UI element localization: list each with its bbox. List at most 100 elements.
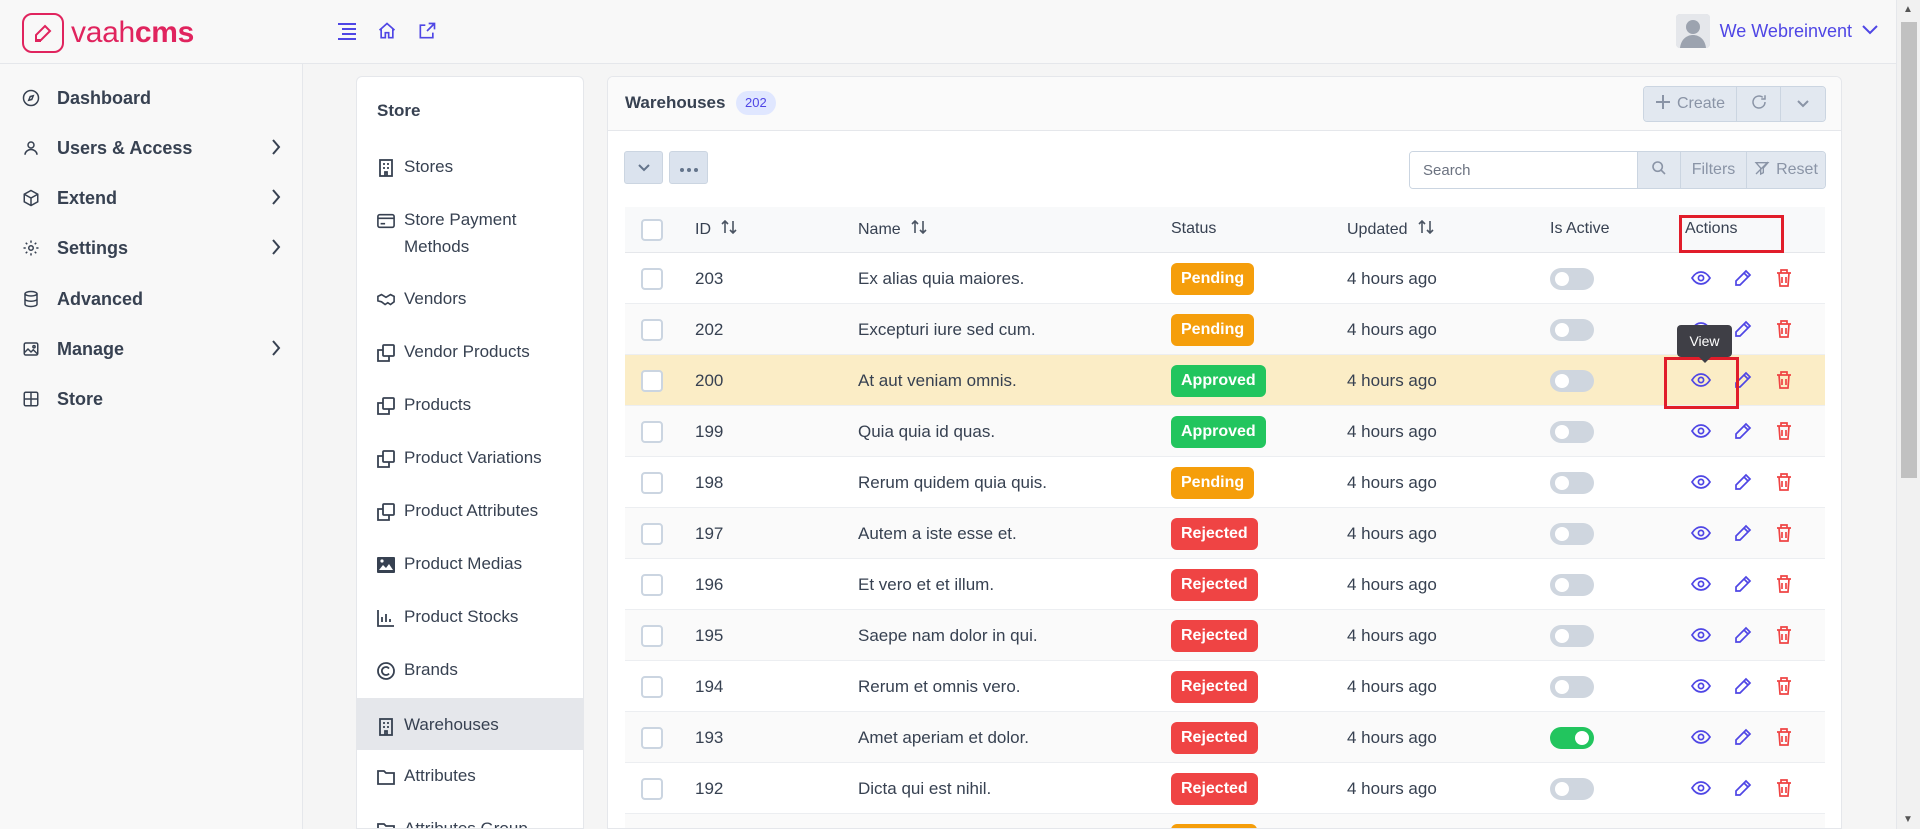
column-updated[interactable]: Updated xyxy=(1347,219,1434,239)
edit-pencil-icon[interactable] xyxy=(1731,674,1755,698)
sidebar-item-manage[interactable]: Manage xyxy=(0,323,303,375)
create-button[interactable]: Create xyxy=(1644,87,1737,121)
table-row[interactable]: 198 Rerum quidem quia quis. Pending 4 hours… xyxy=(625,457,1825,508)
table-row[interactable]: 193 Amet aperiam et dolor. Rejected 4 hours… xyxy=(625,712,1825,763)
view-eye-icon[interactable] xyxy=(1689,470,1713,494)
row-checkbox[interactable] xyxy=(641,420,663,443)
sidebar-item-users-access[interactable]: Users & Access xyxy=(0,122,303,174)
view-eye-icon[interactable] xyxy=(1689,674,1713,698)
table-row[interactable]: 200 At aut veniam omnis. Approved 4 hours a… xyxy=(625,355,1825,406)
view-eye-icon[interactable] xyxy=(1689,572,1713,596)
bulk-actions-menu[interactable] xyxy=(669,151,708,184)
is-active-toggle[interactable] xyxy=(1550,471,1594,494)
table-row[interactable]: 199 Quia quia id quas. Approved 4 hours ago xyxy=(625,406,1825,457)
vaahcms-logo[interactable]: vaahcms xyxy=(22,13,194,53)
page-scrollbar[interactable]: ▲ ▼ xyxy=(1896,0,1920,829)
is-active-toggle[interactable] xyxy=(1550,420,1594,443)
scroll-thumb[interactable] xyxy=(1901,22,1917,478)
edit-pencil-icon[interactable] xyxy=(1731,623,1755,647)
view-eye-icon[interactable] xyxy=(1689,266,1713,290)
search-button[interactable] xyxy=(1638,152,1681,188)
delete-trash-icon[interactable] xyxy=(1772,470,1796,494)
search-input[interactable] xyxy=(1410,152,1638,188)
is-active-toggle[interactable] xyxy=(1550,369,1594,392)
delete-trash-icon[interactable] xyxy=(1772,521,1796,545)
row-checkbox[interactable] xyxy=(641,573,663,596)
delete-trash-icon[interactable] xyxy=(1772,674,1796,698)
submenu-item-product-attributes[interactable]: Product Attributes xyxy=(357,501,583,524)
view-eye-icon[interactable] xyxy=(1689,521,1713,545)
submenu-item-products[interactable]: Products xyxy=(357,395,583,418)
sidebar-item-dashboard[interactable]: Dashboard xyxy=(0,72,303,124)
edit-pencil-icon[interactable] xyxy=(1731,470,1755,494)
row-checkbox[interactable] xyxy=(641,471,663,494)
row-checkbox[interactable] xyxy=(641,267,663,290)
is-active-toggle[interactable] xyxy=(1550,777,1594,800)
edit-pencil-icon[interactable] xyxy=(1731,266,1755,290)
view-eye-icon[interactable] xyxy=(1689,776,1713,800)
home-icon[interactable] xyxy=(376,20,398,42)
sidebar-item-settings[interactable]: Settings xyxy=(0,222,303,274)
submenu-item-stores[interactable]: Stores xyxy=(357,157,583,180)
sidebar-item-store[interactable]: Store xyxy=(0,373,303,425)
edit-pencil-icon[interactable] xyxy=(1731,572,1755,596)
is-active-toggle[interactable] xyxy=(1550,318,1594,341)
submenu-item-brands[interactable]: Brands xyxy=(357,660,583,683)
table-row[interactable]: 196 Et vero et et illum. Rejected 4 hours a… xyxy=(625,559,1825,610)
table-row[interactable]: 203 Ex alias quia maiores. Pending 4 hours … xyxy=(625,253,1825,304)
delete-trash-icon[interactable] xyxy=(1772,368,1796,392)
row-checkbox[interactable] xyxy=(641,624,663,647)
submenu-item-attributes[interactable]: Attributes xyxy=(357,766,583,789)
is-active-toggle[interactable] xyxy=(1550,522,1594,545)
delete-trash-icon[interactable] xyxy=(1772,317,1796,341)
is-active-toggle[interactable] xyxy=(1550,267,1594,290)
menu-toggle-icon[interactable] xyxy=(336,20,358,42)
sidebar-item-extend[interactable]: Extend xyxy=(0,172,303,224)
submenu-item-store-payment-methods[interactable]: Store Payment Methods xyxy=(357,210,583,260)
reset-button[interactable]: Reset xyxy=(1747,152,1825,188)
edit-pencil-icon[interactable] xyxy=(1731,776,1755,800)
scroll-up-arrow-icon[interactable]: ▲ xyxy=(1903,4,1913,15)
delete-trash-icon[interactable] xyxy=(1772,572,1796,596)
table-row[interactable]: 195 Saepe nam dolor in qui. Rejected 4 hour… xyxy=(625,610,1825,661)
edit-pencil-icon[interactable] xyxy=(1731,521,1755,545)
submenu-item-warehouses[interactable]: Warehouses xyxy=(357,698,583,750)
delete-trash-icon[interactable] xyxy=(1772,725,1796,749)
submenu-item-attributes-group[interactable]: Attributes Group xyxy=(357,819,583,828)
submenu-item-product-medias[interactable]: Product Medias xyxy=(357,554,583,577)
column-id[interactable]: ID xyxy=(695,219,737,239)
more-actions-dropdown[interactable] xyxy=(1781,87,1825,121)
table-row[interactable]: 197 Autem a iste esse et. Rejected 4 hours … xyxy=(625,508,1825,559)
row-checkbox[interactable] xyxy=(641,522,663,545)
table-row[interactable]: 202 Excepturi iure sed cum. Pending 4 hours… xyxy=(625,304,1825,355)
view-eye-icon[interactable] xyxy=(1689,725,1713,749)
scroll-down-arrow-icon[interactable]: ▼ xyxy=(1903,814,1913,825)
submenu-item-vendor-products[interactable]: Vendor Products xyxy=(357,342,583,365)
external-link-icon[interactable] xyxy=(416,20,438,42)
edit-pencil-icon[interactable] xyxy=(1731,725,1755,749)
filters-button[interactable]: Filters xyxy=(1681,152,1747,188)
is-active-toggle[interactable] xyxy=(1550,675,1594,698)
table-row[interactable]: 194 Rerum et omnis vero. Rejected 4 hours a… xyxy=(625,661,1825,712)
row-checkbox[interactable] xyxy=(641,369,663,392)
select-all-checkbox[interactable] xyxy=(641,219,663,241)
submenu-item-product-stocks[interactable]: Product Stocks xyxy=(357,607,583,630)
edit-pencil-icon[interactable] xyxy=(1731,317,1755,341)
row-checkbox[interactable] xyxy=(641,777,663,800)
refresh-button[interactable] xyxy=(1737,87,1781,121)
row-checkbox[interactable] xyxy=(641,726,663,749)
view-eye-icon[interactable] xyxy=(1689,623,1713,647)
user-menu[interactable]: We Webreinvent xyxy=(1675,14,1878,48)
is-active-toggle[interactable] xyxy=(1550,624,1594,647)
row-checkbox[interactable] xyxy=(641,675,663,698)
submenu-item-vendors[interactable]: Vendors xyxy=(357,289,583,312)
is-active-toggle[interactable] xyxy=(1550,573,1594,596)
column-name[interactable]: Name xyxy=(858,219,927,239)
bulk-select-dropdown[interactable] xyxy=(624,151,663,184)
sidebar-item-advanced[interactable]: Advanced xyxy=(0,273,303,325)
is-active-toggle[interactable] xyxy=(1550,726,1594,749)
delete-trash-icon[interactable] xyxy=(1772,266,1796,290)
row-checkbox[interactable] xyxy=(641,318,663,341)
submenu-item-product-variations[interactable]: Product Variations xyxy=(357,448,583,471)
edit-pencil-icon[interactable] xyxy=(1731,419,1755,443)
